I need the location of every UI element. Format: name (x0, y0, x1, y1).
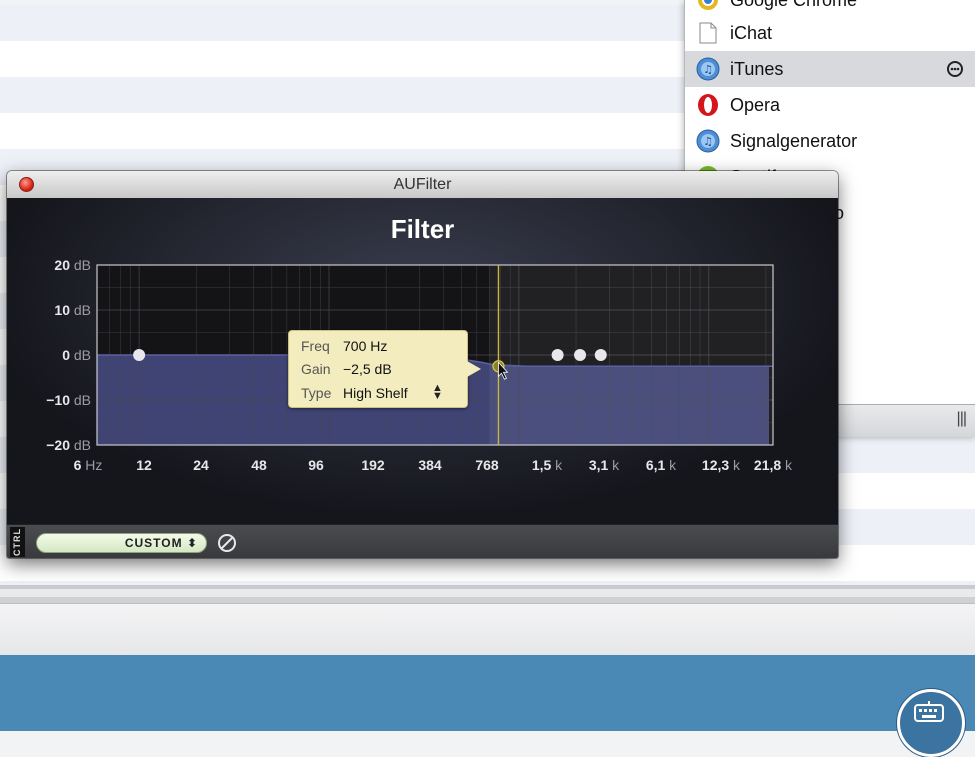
x-tick-label: 384 (418, 457, 442, 473)
tooltip-gain-row: Gain −2,5 dB (289, 361, 467, 381)
itunes-icon: ♫ (696, 129, 720, 153)
tooltip-type-select[interactable]: High Shelf (343, 385, 408, 401)
x-tick-label: 12,3 k (702, 457, 741, 473)
app-item-itunes[interactable]: ♫ iTunes (685, 51, 975, 87)
tooltip-gain-label: Gain (301, 361, 331, 377)
control-bar: CTRL CUSTOM ⬍ (7, 524, 838, 558)
x-tick-label: 96 (308, 457, 324, 473)
app-item-ichat[interactable]: iChat (685, 15, 975, 51)
taskbar (0, 655, 975, 757)
selected-band-region (489, 265, 773, 445)
itunes-icon: ♫ (696, 57, 720, 81)
tooltip-freq-label: Freq (301, 338, 330, 354)
bypass-icon[interactable] (217, 533, 237, 553)
band-tooltip: Freq 700 Hz Gain −2,5 dB Type High Shelf… (288, 330, 481, 408)
band-handle[interactable] (594, 349, 607, 361)
x-tick-label: 24 (193, 457, 209, 473)
tooltip-gain-value: −2,5 dB (343, 361, 392, 377)
band-handle[interactable] (551, 349, 564, 361)
keyboard-icon (914, 701, 944, 722)
app-label: Google Chrome (730, 0, 857, 11)
type-stepper-icon[interactable]: ▲ ▼ (432, 383, 443, 402)
band-handle[interactable] (133, 349, 146, 361)
x-tick-label: 21,8 k (754, 457, 793, 473)
x-tick-label: 12 (136, 457, 152, 473)
tooltip-arrow (467, 361, 481, 377)
x-tick-label: 3,1 k (589, 457, 620, 473)
app-label: Signalgenerator (730, 130, 858, 151)
ctrl-tab[interactable]: CTRL (10, 527, 25, 557)
x-tick-label: 768 (475, 457, 499, 473)
tooltip-freq-value: 700 Hz (343, 338, 388, 354)
tooltip-type-label: Type (301, 385, 332, 401)
app-item-opera[interactable]: Opera (685, 87, 975, 123)
keyboard-button[interactable] (897, 689, 965, 757)
svg-text:♫: ♫ (703, 63, 713, 76)
x-tick-label: 192 (361, 457, 385, 473)
background-toolbar (0, 585, 975, 656)
y-tick-label: 10 dB (54, 302, 91, 318)
tooltip-freq-row: Freq 700 Hz (289, 338, 467, 358)
app-label: iChat (730, 22, 773, 43)
x-tick-label: 6,1 k (646, 457, 677, 473)
x-tick-label: 48 (251, 457, 267, 473)
y-tick-label: −10 dB (46, 392, 91, 408)
remove-circle-icon[interactable] (946, 60, 964, 83)
preset-select[interactable]: CUSTOM ⬍ (36, 533, 207, 553)
document-icon (696, 21, 720, 45)
x-tick-label: 1,5 k (532, 457, 563, 473)
window-title: AUFilter (393, 176, 452, 193)
app-item-signalgenerator[interactable]: ♫ Signalgenerator (685, 123, 975, 159)
window-titlebar[interactable]: AUFilter (7, 171, 838, 199)
app-label: Opera (730, 94, 781, 115)
opera-icon (696, 93, 720, 117)
chrome-icon (696, 0, 720, 12)
app-label: iTunes (730, 58, 784, 79)
y-tick-label: −20 dB (46, 437, 91, 453)
x-tick-label: 6 Hz (74, 457, 103, 473)
y-tick-label: 20 dB (54, 257, 91, 273)
svg-text:♫: ♫ (703, 135, 713, 148)
y-tick-label: 0 dB (62, 347, 91, 363)
band-handle[interactable] (574, 349, 587, 361)
resize-grip-icon[interactable]: ||| (957, 410, 968, 428)
